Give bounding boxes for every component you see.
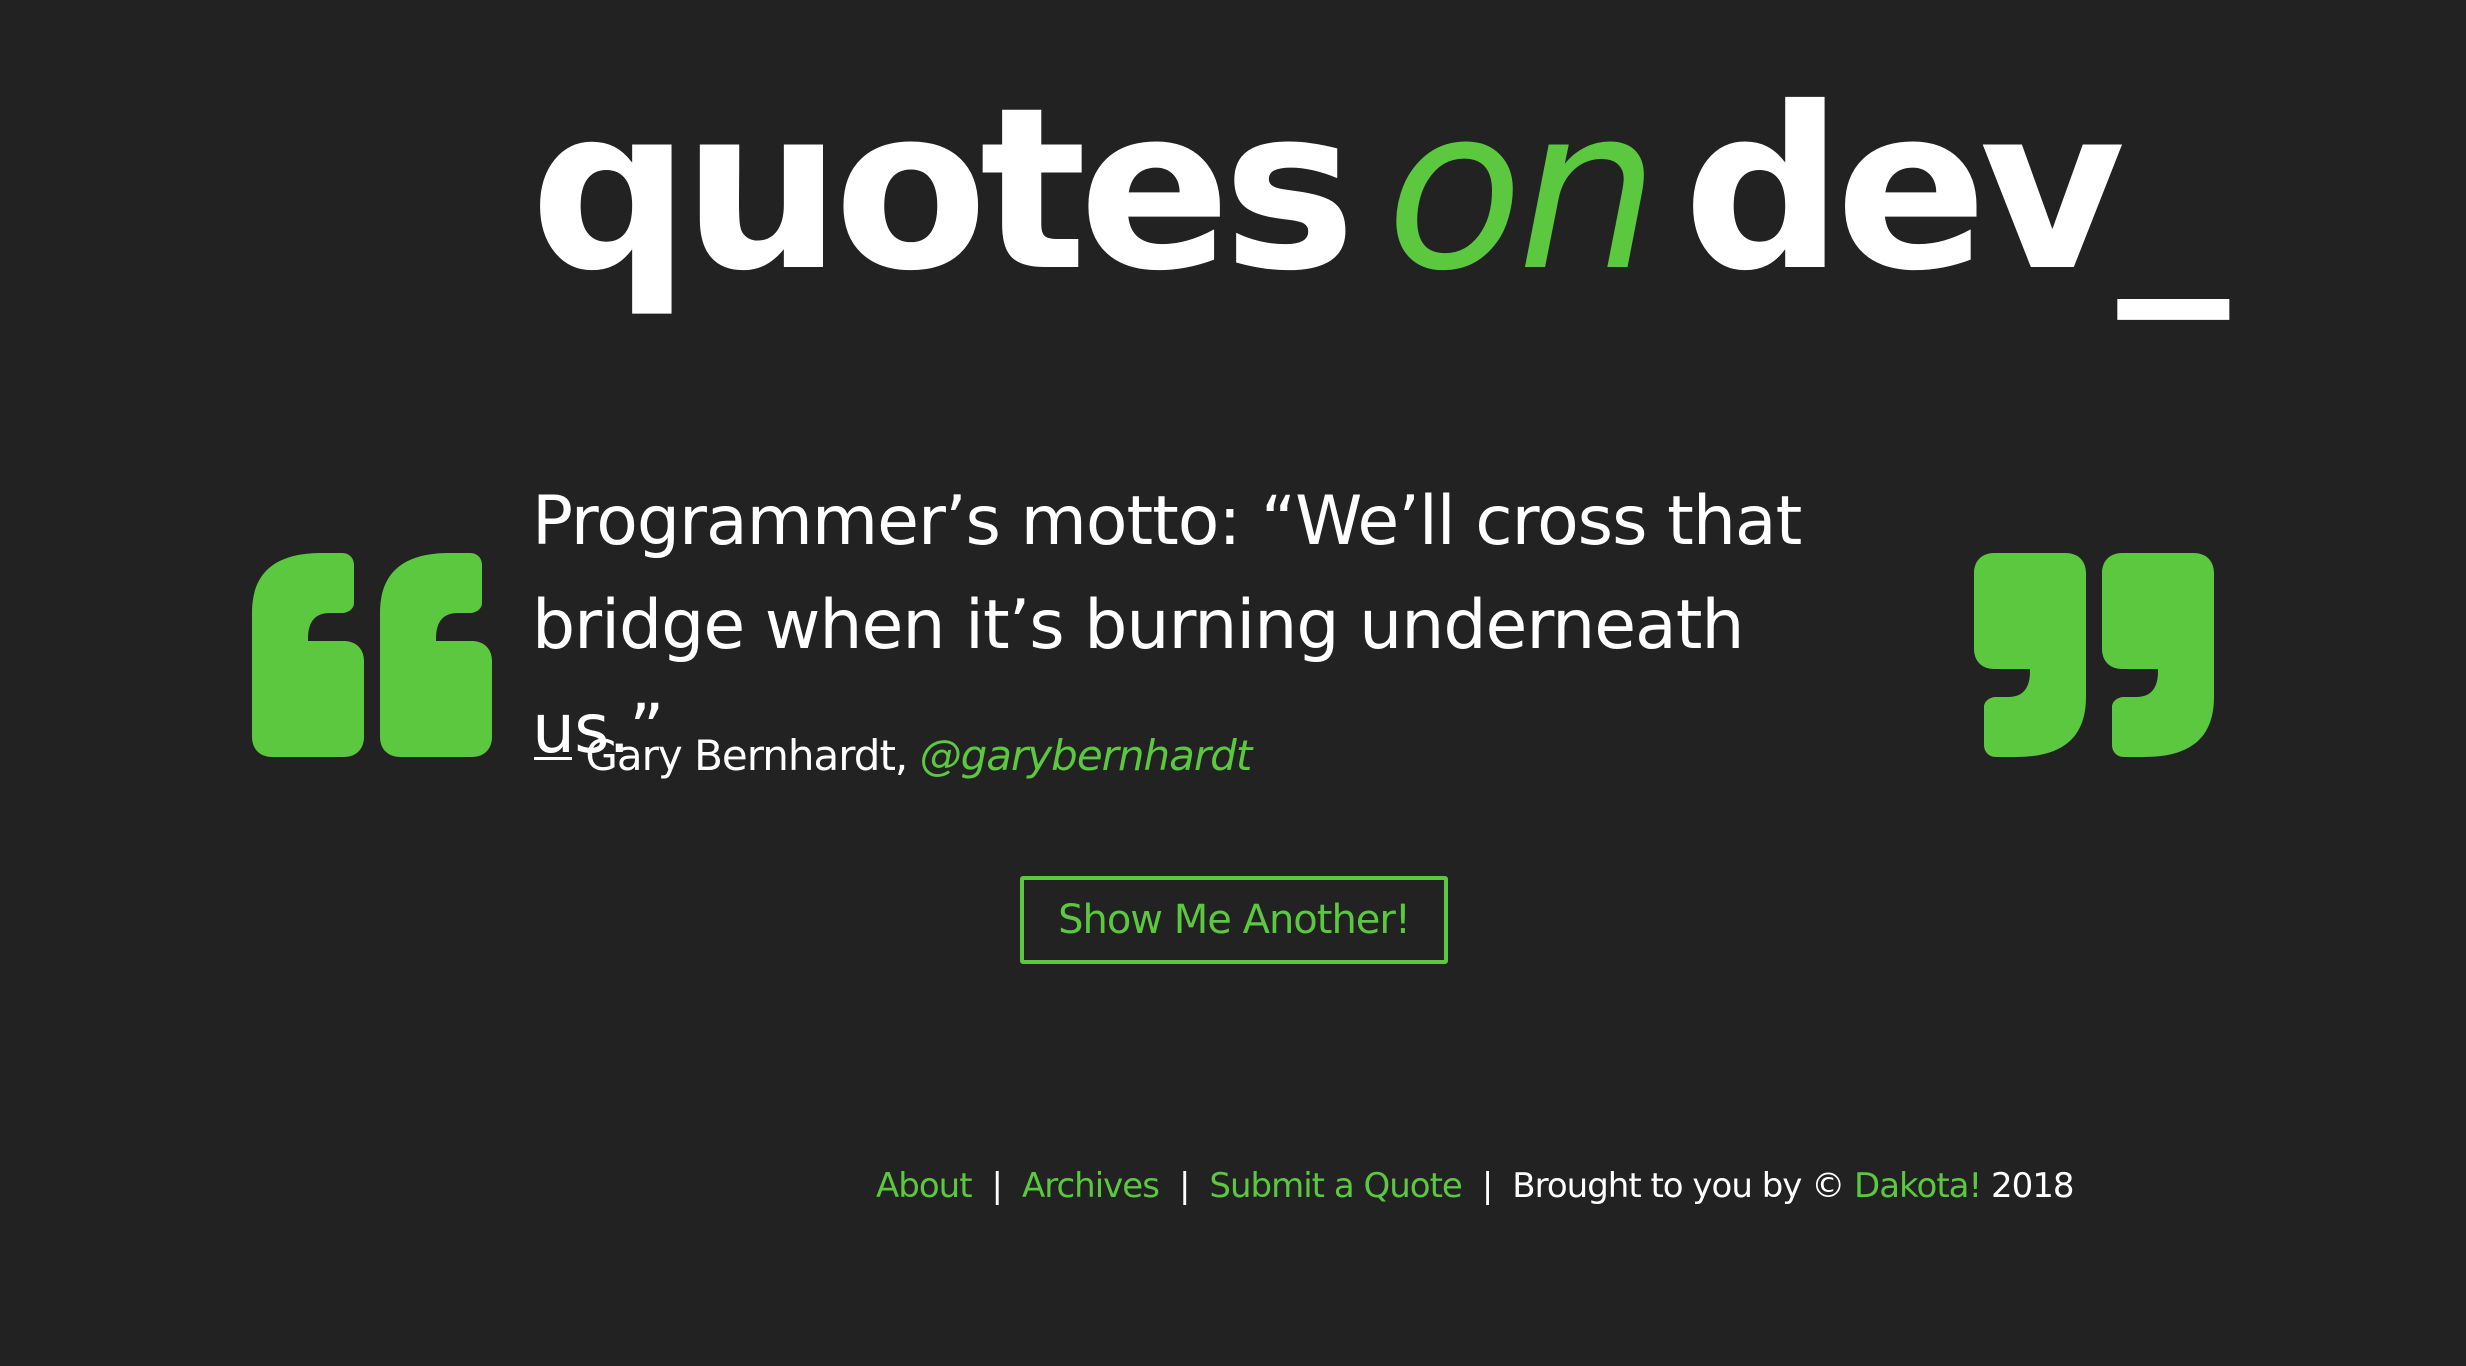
footer-credit-year: 2018 [1990,1166,2075,1206]
logo-word-on: on [1386,59,1659,320]
footer-credit-link[interactable]: Dakota! [1854,1166,1982,1206]
site-footer: About | Archives | Submit a Quote | Brought to… [876,1162,2075,1210]
quote-author: — Gary Bernhardt, [532,731,908,780]
quote-attribution: — Gary Bernhardt, @garybernhardt [532,728,1253,784]
open-quote-icon [252,553,492,757]
footer-separator: | [1481,1166,1494,1206]
author-handle-link[interactable]: @garybernhardt [920,731,1253,780]
footer-separator: | [1178,1166,1191,1206]
site-logo[interactable]: quotes on dev_ [530,78,2229,302]
logo-word-quotes: quotes [530,59,1356,320]
page: quotes on dev_ Programmer’s motto: “We’ll … [0,0,2466,1366]
footer-link-submit-quote[interactable]: Submit a Quote [1209,1166,1462,1206]
footer-link-about[interactable]: About [876,1166,973,1206]
footer-separator: | [991,1166,1004,1206]
close-quote-icon [1974,553,2214,757]
footer-link-archives[interactable]: Archives [1022,1166,1160,1206]
logo-word-dev: dev_ [1683,59,2229,320]
show-another-button[interactable]: Show Me Another! [1020,876,1448,964]
footer-credit-prefix: Brought to you by © [1512,1166,1845,1206]
